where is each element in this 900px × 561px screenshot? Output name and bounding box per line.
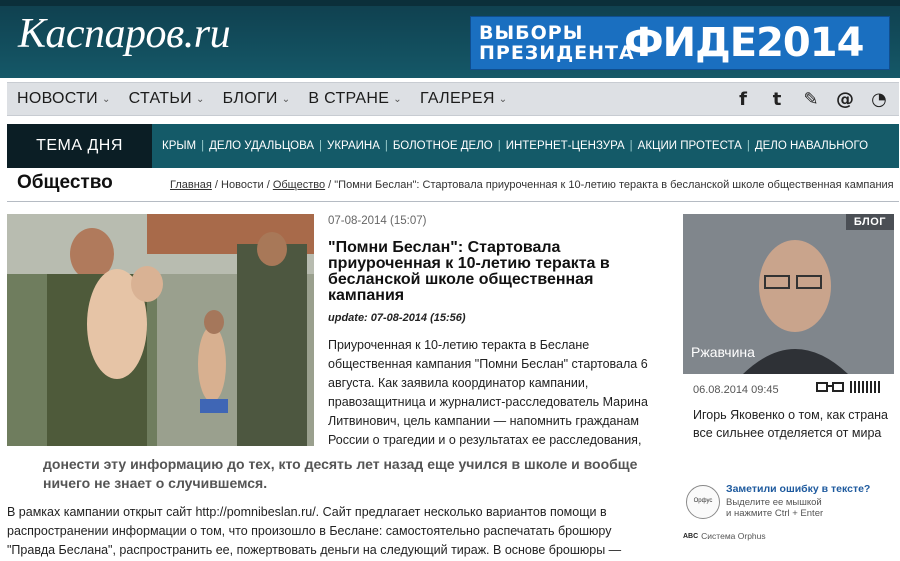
blog-teaser[interactable]: Игорь Яковенко о том, как страна все сил… [693, 406, 893, 442]
section-divider [7, 201, 899, 202]
topic-separator: | [201, 140, 205, 152]
topic-link[interactable]: БОЛОТНОЕ ДЕЛО [393, 140, 493, 152]
main-nav: НОВОСТИ ⌄ СТАТЬИ ⌄ БЛОГИ ⌄ В СТРАНЕ ⌄ ГАЛЕРЕ… [7, 82, 899, 116]
breadcrumb-society[interactable]: Общество [273, 179, 325, 191]
barcode-icon [850, 381, 882, 396]
topic-link[interactable]: КРЫМ [162, 140, 196, 152]
nav-item-country[interactable]: В СТРАНЕ ⌄ [308, 90, 402, 108]
orphus-title: Заметили ошибку в тексте? [726, 483, 871, 495]
topic-link[interactable]: УКРАИНА [327, 140, 380, 152]
orphus-mini-logo: ABC [683, 532, 699, 540]
banner-right-text: ФИДЕ2014 [624, 20, 864, 66]
chevron-down-icon: ⌄ [498, 93, 508, 105]
social-links: f t ✎ @ ◔ [733, 89, 889, 110]
topic-separator: | [629, 140, 633, 152]
nav-item-gallery[interactable]: ГАЛЕРЕЯ ⌄ [420, 90, 507, 108]
orphus-system-link[interactable]: ABC Система Orphus [683, 531, 766, 541]
rss-icon[interactable]: ◔ [869, 89, 889, 110]
topic-separator: | [746, 140, 750, 152]
topic-link[interactable]: АКЦИИ ПРОТЕСТА [638, 140, 742, 152]
topic-link[interactable]: ДЕЛО УДАЛЬЦОВА [209, 140, 314, 152]
topic-link[interactable]: ДЕЛО НАВАЛЬНОГО [755, 140, 868, 152]
orphus-line1: Выделите ее мышкой [726, 497, 822, 508]
nav-item-label: ГАЛЕРЕЯ [419, 90, 495, 107]
blog-card-image[interactable]: БЛОГ Ржавчина [683, 214, 894, 374]
breadcrumb-home[interactable]: Главная [170, 179, 212, 191]
nav-item-label: НОВОСТИ [17, 90, 98, 107]
article-title: "Помни Беслан": Стартовала приуроченная … [328, 239, 610, 304]
orphus-widget[interactable]: Орфус Заметили ошибку в тексте? Выделите… [683, 483, 883, 533]
orphus-line2: и нажмите Ctrl + Enter [726, 508, 824, 519]
article-quote: донести эту информацию до тех, кто десят… [43, 456, 638, 491]
glasses-icon [816, 381, 844, 396]
article-paragraph: Приуроченная к 10-летию теракта в Беслан… [328, 338, 648, 447]
orphus-logo: Орфус [686, 485, 720, 519]
email-icon[interactable]: @ [835, 89, 855, 110]
chevron-down-icon: ⌄ [393, 93, 402, 105]
chevron-down-icon: ⌄ [281, 93, 291, 105]
section-title: Общество [17, 172, 113, 193]
topic-link[interactable]: ИНТЕРНЕТ-ЦЕНЗУРА [506, 140, 625, 152]
orphus-system-label: Система Orphus [701, 531, 766, 541]
breadcrumb-separator: / [211, 179, 222, 191]
nav-item-label: В СТРАНЕ [308, 90, 390, 107]
livejournal-icon[interactable]: ✎ [801, 89, 821, 110]
blog-name: Ржавчина [691, 344, 755, 360]
breadcrumb-separator: / [325, 179, 335, 191]
topic-separator: | [319, 140, 323, 152]
facebook-icon[interactable]: f [733, 89, 753, 110]
fide-election-banner[interactable]: ВЫБОРЫ ПРЕЗИДЕНТА ФИДЕ2014 [470, 16, 890, 70]
blog-date: 06.08.2014 09:45 [693, 384, 779, 396]
breadcrumb: Главная / Новости / Общество / "Помни Бе… [170, 179, 894, 191]
nav-item-label: СТАТЬИ [128, 90, 192, 107]
nav-item-blogs[interactable]: БЛОГИ ⌄ [223, 90, 291, 108]
nav-item-label: БЛОГИ [222, 90, 278, 107]
article-photo [7, 214, 314, 446]
topic-links: КРЫМ | ДЕЛО УДАЛЬЦОВА | УКРАИНА | БОЛОТН… [152, 140, 868, 152]
nav-item-news[interactable]: НОВОСТИ ⌄ [17, 90, 111, 108]
banner-left-text: ВЫБОРЫ ПРЕЗИДЕНТА [479, 22, 635, 64]
article-paragraph: В рамках кампании открыт сайт http://pom… [7, 505, 622, 557]
chevron-down-icon: ⌄ [101, 93, 111, 105]
article-photo-illustration [7, 214, 314, 446]
breadcrumb-separator: / [263, 179, 273, 191]
site-header: Каспаров.ru ВЫБОРЫ ПРЕЗИДЕНТА ФИДЕ2014 [0, 0, 900, 78]
nav-item-articles[interactable]: СТАТЬИ ⌄ [129, 90, 205, 108]
blog-badge: БЛОГ [845, 214, 894, 230]
twitter-icon[interactable]: t [767, 89, 787, 110]
chevron-down-icon: ⌄ [195, 93, 205, 105]
site-logo[interactable]: Каспаров.ru [18, 10, 231, 58]
topic-label: ТЕМА ДНЯ [7, 124, 152, 168]
page: Каспаров.ru ВЫБОРЫ ПРЕЗИДЕНТА ФИДЕ2014 Н… [0, 0, 900, 561]
header-top-strip [0, 0, 900, 6]
orphus-instructions: Выделите ее мышкой и нажмите Ctrl + Ente… [726, 497, 823, 519]
topic-separator: | [497, 140, 501, 152]
topic-of-day-bar: ТЕМА ДНЯ КРЫМ | ДЕЛО УДАЛЬЦОВА | УКРАИНА… [7, 124, 899, 168]
blog-author-icons [816, 381, 882, 396]
article-update-time: update: 07-08-2014 (15:56) [328, 312, 466, 324]
article-date: 07-08-2014 (15:07) [328, 215, 427, 227]
breadcrumb-news: Новости [221, 179, 264, 191]
topic-separator: | [384, 140, 388, 152]
breadcrumb-current: "Помни Беслан": Стартовала приуроченная … [334, 179, 894, 191]
